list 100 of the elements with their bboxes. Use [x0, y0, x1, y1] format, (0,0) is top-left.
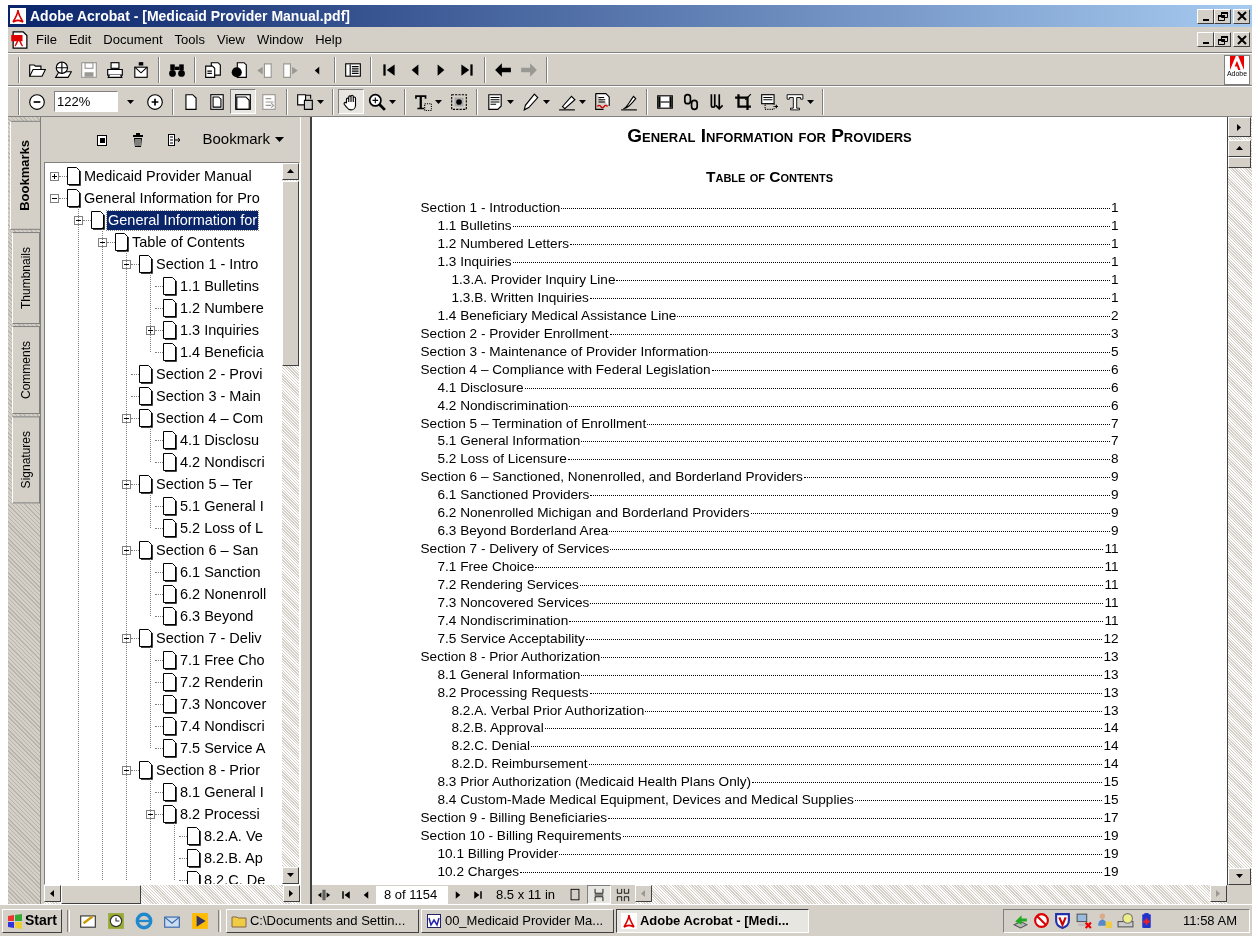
toc-entry[interactable]: 5.1 General Information: [437, 431, 581, 452]
toc-entry[interactable]: 1.3 Inquiries: [437, 252, 512, 273]
bookmark-item[interactable]: 4.2 Nondiscri: [179, 452, 266, 472]
plus-icon[interactable]: [50, 171, 59, 181]
restore-button[interactable]: [1214, 32, 1231, 47]
bookmark-item[interactable]: 6.1 Sanction: [179, 562, 262, 582]
toc-entry[interactable]: Section 5 – Termination of Enrollment: [420, 413, 647, 434]
continuous-button[interactable]: [587, 885, 612, 904]
panel-tab[interactable]: Thumbnails: [12, 231, 40, 324]
scroll-left-button[interactable]: [635, 885, 653, 902]
page-arrow-button[interactable]: [1228, 117, 1251, 137]
bookmark-item[interactable]: 5.2 Loss of L: [179, 518, 265, 538]
bookmark-item[interactable]: 7.4 Nondiscri: [179, 716, 266, 736]
restore-button[interactable]: [1214, 8, 1231, 24]
scroll-thumb[interactable]: [1228, 157, 1251, 168]
toc-entry[interactable]: 8.2.B. Approval: [451, 718, 544, 739]
horizontal-scrollbar[interactable]: [44, 885, 300, 904]
bookmark-item[interactable]: General Information for: [107, 210, 259, 230]
taskbar-button[interactable]: Adobe Acrobat - [Medi...: [615, 908, 809, 933]
menu-item[interactable]: Tools: [168, 27, 211, 52]
vertical-scrollbar[interactable]: [1227, 117, 1252, 885]
hand-button[interactable]: [338, 89, 364, 114]
minus-icon[interactable]: [50, 193, 59, 203]
close-button[interactable]: [1233, 32, 1250, 47]
minimize-button[interactable]: [1197, 32, 1214, 47]
panel-tab[interactable]: Bookmarks: [10, 121, 40, 230]
bookmark-item[interactable]: 6.2 Nonenroll: [179, 584, 268, 604]
menu-item[interactable]: View: [210, 27, 251, 52]
close-button[interactable]: [1233, 8, 1250, 24]
bookmark-item[interactable]: 7.1 Free Cho: [179, 650, 266, 670]
bookmark-item[interactable]: 8.2.B. Ap: [203, 848, 264, 868]
bookmark-item[interactable]: 8.2.C. De: [203, 870, 267, 884]
toc-entry[interactable]: 1.2 Numbered Letters: [437, 234, 569, 255]
bookmark-item[interactable]: Section 3 - Main: [155, 386, 262, 406]
minus-icon[interactable]: [122, 259, 131, 269]
minus-icon[interactable]: [122, 479, 131, 489]
toc-entry[interactable]: 8.4 Custom-Made Medical Equipment, Devices and Medical Supplies: [437, 790, 854, 811]
page-field[interactable]: 8 of 1154: [376, 885, 448, 904]
bookmark-item[interactable]: 7.5 Service A: [179, 738, 267, 758]
bookmark-item[interactable]: General Information for Pro: [83, 188, 261, 208]
bookmark-item[interactable]: Section 5 – Ter: [155, 474, 254, 494]
toc-entry[interactable]: 8.2.C. Denial: [451, 736, 531, 757]
bookmark-item[interactable]: 4.1 Disclosu: [179, 430, 260, 450]
scroll-thumb[interactable]: [61, 885, 141, 904]
bookmark-item[interactable]: 8.1 General I: [179, 782, 265, 802]
menu-item[interactable]: Help: [309, 27, 348, 52]
menu-item[interactable]: Window: [250, 27, 310, 52]
toc-entry[interactable]: 8.2 Processing Requests: [437, 682, 589, 703]
minus-icon[interactable]: [122, 633, 131, 643]
vertical-scrollbar[interactable]: [282, 163, 299, 884]
taskbar-button[interactable]: 00_Medicaid Provider Ma...: [420, 908, 614, 933]
bookmark-item[interactable]: Section 8 - Prior: [155, 760, 261, 780]
minus-icon[interactable]: [98, 237, 107, 247]
panel-tab[interactable]: Comments: [12, 325, 40, 414]
toc-entry[interactable]: 1.1 Bulletins: [437, 216, 512, 237]
bookmark-item[interactable]: 1.4 Beneficia: [179, 342, 265, 362]
bookmark-item[interactable]: Section 7 - Deliv: [155, 628, 263, 648]
bookmark-item[interactable]: Section 2 - Provi: [155, 364, 264, 384]
bookmark-item[interactable]: 5.1 General I: [179, 496, 265, 516]
menu-item[interactable]: File: [30, 27, 63, 52]
panel-tab[interactable]: Signatures: [12, 415, 40, 504]
bookmark-item[interactable]: 7.3 Noncover: [179, 694, 268, 714]
minus-icon[interactable]: [122, 545, 131, 555]
taskbar-button[interactable]: C:\Documents and Settin...: [225, 908, 419, 933]
bookmark-item[interactable]: 6.3 Beyond: [179, 606, 255, 626]
horizontal-scrollbar[interactable]: [635, 885, 1227, 904]
toc-entry[interactable]: 6.1 Sanctioned Providers: [437, 485, 590, 506]
minimize-button[interactable]: [1197, 8, 1214, 24]
menu-item[interactable]: Edit: [62, 27, 98, 52]
minus-icon[interactable]: [74, 215, 83, 225]
bookmark-item[interactable]: 1.2 Numbere: [179, 298, 265, 318]
toc-entry[interactable]: 8.2.A. Verbal Prior Authorization: [451, 700, 645, 721]
start-button[interactable]: Start: [2, 908, 62, 933]
toc-entry[interactable]: 8.2.D. Reimbursement: [451, 754, 588, 775]
toc-entry[interactable]: Section 9 - Billing Beneficiaries: [420, 808, 608, 829]
toc-entry[interactable]: 6.2 Nonenrolled Michigan and Borderland Providers: [437, 503, 750, 524]
bookmark-item[interactable]: Table of Contents: [131, 232, 246, 252]
menu-item[interactable]: Document: [97, 27, 169, 52]
toc-entry[interactable]: 5.2 Loss of Licensure: [437, 449, 567, 470]
bookmark-item[interactable]: Section 6 – San: [155, 540, 260, 560]
scroll-right-button[interactable]: [283, 885, 300, 902]
bookmark-item[interactable]: 1.3 Inquiries: [179, 320, 260, 340]
bookmark-menu-button[interactable]: Bookmark: [200, 128, 286, 151]
bookmark-item[interactable]: 1.1 Bulletins: [179, 276, 260, 296]
toc-entry[interactable]: 4.2 Nondiscrimination: [437, 395, 569, 416]
scroll-up-button[interactable]: [1228, 140, 1251, 157]
scroll-down-button[interactable]: [282, 867, 299, 884]
toc-entry[interactable]: Section 1 - Introduction: [420, 198, 561, 219]
bookmark-item[interactable]: Medicaid Provider Manual: [83, 166, 253, 186]
bookmark-item[interactable]: Section 1 - Intro: [155, 254, 260, 274]
plus-icon[interactable]: [146, 325, 155, 335]
scroll-right-button[interactable]: [1210, 885, 1227, 902]
splitter-bar[interactable]: [300, 117, 312, 904]
scroll-up-button[interactable]: [282, 163, 299, 180]
fit-width-button[interactable]: [230, 89, 256, 114]
toc-entry[interactable]: Section 7 - Delivery of Services: [420, 539, 610, 560]
zoom-field[interactable]: 122%: [54, 91, 118, 112]
bookmark-item[interactable]: 8.2.A. Ve: [203, 826, 264, 846]
toc-entry[interactable]: Section 10 - Billing Requirements: [420, 826, 622, 847]
toc-entry[interactable]: 6.3 Beyond Borderland Area: [437, 521, 609, 542]
